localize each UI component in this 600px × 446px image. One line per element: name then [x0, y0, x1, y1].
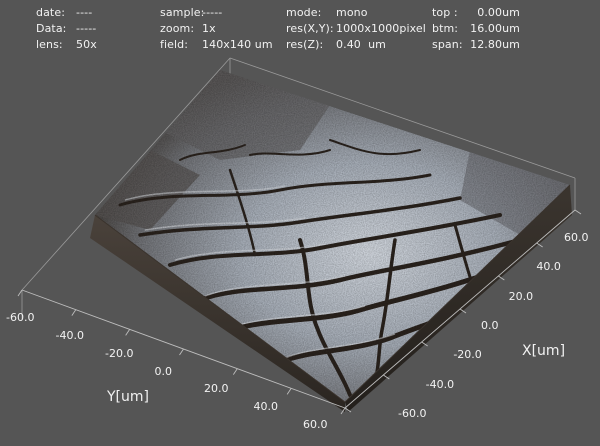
- x-axis-tick-label: 0.0: [481, 319, 499, 332]
- x-axis-tick-label: -60.0: [398, 407, 427, 420]
- info-label: Data:: [36, 22, 67, 35]
- info-value: 0.00um: [477, 6, 520, 19]
- info-label: res(X,Y):: [286, 22, 334, 35]
- info-value: mono: [336, 6, 368, 19]
- y-axis-tick-label: -20.0: [105, 346, 134, 360]
- y-axis-tick: [17, 289, 23, 297]
- info-label: top :: [432, 6, 458, 19]
- y-axis-tick-label: 40.0: [253, 400, 279, 414]
- y-axis-tick-label: -60.0: [6, 311, 35, 324]
- y-axis-tick-label: 0.0: [154, 364, 173, 378]
- x-axis-tick-label: -20.0: [453, 348, 482, 362]
- y-axis-tick: [232, 368, 238, 375]
- x-axis-tick: [574, 209, 582, 215]
- y-axis-tick: [179, 348, 184, 356]
- y-axis-title: Y[um]: [107, 389, 149, 405]
- info-label: res(Z):: [286, 38, 324, 51]
- info-label: mode:: [286, 6, 322, 19]
- info-value: 1000x1000pixel: [336, 22, 426, 35]
- y-axis-tick-label: 20.0: [204, 382, 229, 396]
- x-axis-title: X[um]: [522, 343, 566, 359]
- y-axis-tick: [286, 388, 292, 395]
- y-axis-tick: [71, 309, 77, 316]
- info-label: span:: [432, 38, 463, 51]
- viewer-canvas[interactable]: date: ---- Data: ----- lens: 50x sample: ----- z…: [0, 0, 600, 446]
- x-axis-tick-label: 40.0: [536, 260, 561, 274]
- info-value: -----: [76, 22, 97, 35]
- info-value: 16.00um: [470, 22, 520, 35]
- info-value: ----: [76, 6, 93, 19]
- y-axis-tick-label: 60.0: [303, 418, 328, 431]
- info-value: 50x: [76, 38, 97, 51]
- surface-top: [95, 70, 570, 402]
- x-axis-tick-label: 60.0: [564, 231, 589, 244]
- info-value: 12.80um: [470, 38, 520, 51]
- info-label: date:: [36, 6, 66, 19]
- info-label: field:: [160, 38, 189, 51]
- info-label: sample:: [160, 6, 205, 19]
- info-value: -----: [202, 6, 223, 19]
- info-value: 1x: [202, 22, 216, 35]
- surface-3d-view[interactable]: [0, 0, 600, 446]
- info-label: lens:: [36, 38, 63, 51]
- info-value: 0.40 um: [336, 38, 386, 51]
- info-value: 140x140 um: [202, 38, 273, 51]
- x-axis-tick-label: -40.0: [425, 377, 455, 391]
- info-label: zoom:: [160, 22, 195, 35]
- y-axis-tick-label: -40.0: [55, 328, 84, 342]
- x-axis-tick-label: 20.0: [508, 289, 534, 303]
- y-axis-tick: [125, 329, 131, 336]
- info-label: btm:: [432, 22, 459, 35]
